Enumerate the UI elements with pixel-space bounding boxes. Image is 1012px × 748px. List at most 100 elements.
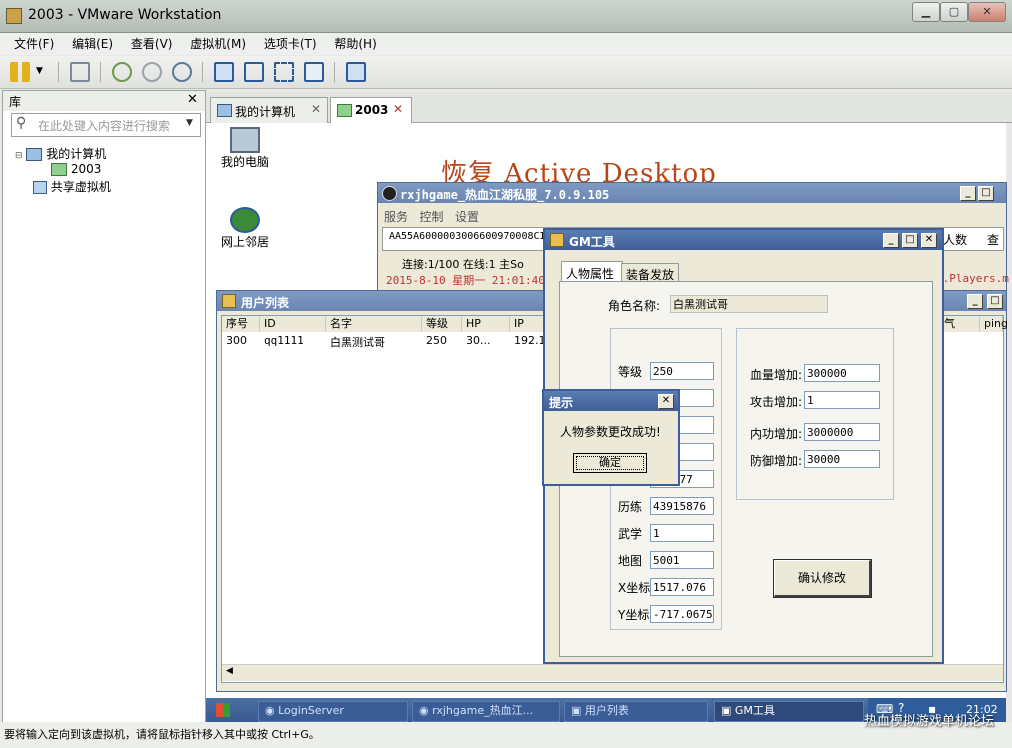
desktop-icon-label: 网上邻居 (220, 235, 269, 249)
chevron-down-icon[interactable]: ▼ (36, 66, 43, 76)
taskbar-item-user-list[interactable]: ▣ 用户列表 (564, 701, 708, 722)
tree-label: 我的计算机 (46, 147, 107, 161)
menu-vm[interactable]: 虚拟机(M) (190, 33, 246, 55)
close-icon[interactable]: ✕ (187, 92, 198, 107)
library-header: 库 ✕ (3, 91, 205, 111)
map-input[interactable]: 5001 (650, 551, 714, 569)
menu-view[interactable]: 查看(V) (131, 33, 173, 55)
field-label: 历练 (618, 500, 643, 514)
minimize-button[interactable]: _ (967, 294, 983, 309)
scroll-left-icon[interactable]: ◀ (226, 666, 233, 676)
collapse-icon[interactable]: ⊟ (15, 151, 23, 161)
confirm-modify-button[interactable]: 确认修改 (773, 559, 872, 598)
query-button[interactable]: 查 (987, 231, 999, 248)
table-cell: qq1111 (264, 334, 304, 347)
maximize-button[interactable]: □ (978, 186, 994, 201)
close-button[interactable]: ✕ (658, 394, 674, 409)
vm-status-bar: 要将输入定向到该虚拟机，请将鼠标指针移入其中或按 Ctrl+G。 (0, 722, 1012, 748)
tree-item-shared-vms[interactable]: 共享虚拟机 (33, 178, 111, 195)
maximize-button[interactable]: □ (902, 233, 918, 248)
menu-control[interactable]: 控制 (419, 210, 443, 224)
vm-running-icon (51, 163, 67, 176)
char-name-field[interactable]: 白黑测试哥 (670, 295, 828, 313)
taskbar-item-server[interactable]: ◉ rxjhgame_热血江... (412, 701, 560, 722)
column-header[interactable]: ID (260, 316, 326, 332)
network-icon[interactable] (70, 62, 90, 82)
column-header[interactable]: 序号 (222, 316, 260, 332)
hp-bonus-input[interactable]: 300000 (804, 364, 880, 382)
table-cell: 250 (426, 334, 447, 347)
prompt-titlebar: 提示 ✕ (544, 391, 678, 411)
minimize-button[interactable]: ▁ (912, 2, 940, 22)
minimize-button[interactable]: _ (960, 186, 976, 201)
minimize-button[interactable]: _ (883, 233, 899, 248)
tab-label: 我的计算机 (235, 105, 296, 119)
connection-status: 连接:1/100 在线:1 主So (402, 258, 524, 271)
ok-button[interactable]: 确定 (573, 453, 647, 473)
search-placeholder: 在此处键入内容进行搜索 (38, 119, 171, 133)
log-line-right: r.Players.m (936, 272, 1009, 285)
close-icon[interactable]: ✕ (393, 102, 403, 116)
internal-bonus-input[interactable]: 3000000 (804, 423, 880, 441)
window-icon (550, 233, 564, 247)
attack-bonus-input[interactable]: 1 (804, 391, 880, 409)
snapshot-icon[interactable] (112, 62, 132, 82)
field-label: 血量增加: (750, 368, 803, 382)
revert-snapshot-icon[interactable] (142, 62, 162, 82)
computer-icon (230, 127, 260, 153)
taskbar-item-gm-tool[interactable]: ▣ GM工具 (714, 701, 864, 722)
maximize-button[interactable]: ▢ (940, 2, 968, 22)
menu-file[interactable]: 文件(F) (14, 33, 54, 55)
x-coord-input[interactable]: 1517.076 (650, 578, 714, 596)
desktop-icon-my-computer[interactable]: 我的电脑 (210, 127, 280, 170)
menu-edit[interactable]: 编辑(E) (72, 33, 113, 55)
tab-2003[interactable]: 2003 ✕ (330, 97, 412, 123)
menu-settings[interactable]: 设置 (455, 210, 479, 224)
menu-tabs[interactable]: 选项卡(T) (264, 33, 317, 55)
field-label: 防御增加: (750, 454, 803, 468)
column-header[interactable]: 等级 (422, 316, 462, 332)
close-button[interactable]: ✕ (921, 233, 937, 248)
menu-help[interactable]: 帮助(H) (334, 33, 376, 55)
column-header[interactable]: ping (980, 316, 1008, 332)
toolbar: ▼ (0, 56, 1012, 89)
column-header[interactable]: 气 (940, 316, 980, 332)
martial-input[interactable]: 1 (650, 524, 714, 542)
thumbnail-bar-icon[interactable] (244, 62, 264, 82)
full-screen-icon[interactable] (274, 62, 294, 82)
console-view-icon[interactable] (346, 62, 366, 82)
search-icon: ⚲ (16, 115, 27, 131)
level-input[interactable]: 250 (650, 362, 714, 380)
taskbar-item-loginserver[interactable]: ◉ LoginServer (258, 701, 408, 722)
maximize-button[interactable]: □ (987, 294, 1003, 309)
vmware-app-icon (6, 8, 22, 24)
experience-input[interactable]: 43915876 (650, 497, 714, 515)
pause-icon[interactable] (10, 62, 30, 82)
snapshot-manager-icon[interactable] (172, 62, 192, 82)
desktop-icon-network[interactable]: 网上邻居 (210, 207, 280, 250)
server-window-title: rxjhgame_热血江湖私服_7.0.9.105 (400, 188, 610, 202)
tree-item-my-computer[interactable]: ⊟ 我的计算机 (15, 145, 106, 162)
vmware-title-bar: 2003 - VMware Workstation ▁ ▢ ✕ (0, 0, 1012, 33)
library-search-input[interactable]: ⚲ 在此处键入内容进行搜索 ▼ (11, 113, 201, 137)
hex-field[interactable]: AA55A6000003006600970008CI (389, 231, 546, 242)
column-header[interactable]: HP (462, 316, 510, 332)
gm-tool-titlebar: GM工具 _ □ ✕ (545, 230, 942, 250)
y-coord-input[interactable]: -717.0675 (650, 605, 714, 623)
menu-service[interactable]: 服务 (384, 210, 408, 224)
show-library-icon[interactable] (214, 62, 234, 82)
horizontal-scrollbar[interactable]: ◀ (222, 664, 1003, 681)
column-header[interactable]: 名字 (326, 316, 422, 332)
tree-label: 共享虚拟机 (50, 180, 111, 194)
tab-equipment-issue[interactable]: 装备发放 (621, 263, 679, 282)
close-button[interactable]: ✕ (968, 2, 1006, 22)
close-icon[interactable]: ✕ (311, 102, 321, 116)
tab-character-attributes[interactable]: 人物属性 (561, 261, 623, 282)
field-label: 等级 (618, 365, 643, 379)
tree-item-2003[interactable]: 2003 (51, 162, 101, 176)
tab-my-computer[interactable]: 我的计算机 ✕ (210, 97, 328, 123)
unity-icon[interactable] (304, 62, 324, 82)
chevron-down-icon[interactable]: ▼ (186, 118, 193, 128)
defense-bonus-input[interactable]: 30000 (804, 450, 880, 468)
start-icon[interactable] (216, 703, 230, 717)
